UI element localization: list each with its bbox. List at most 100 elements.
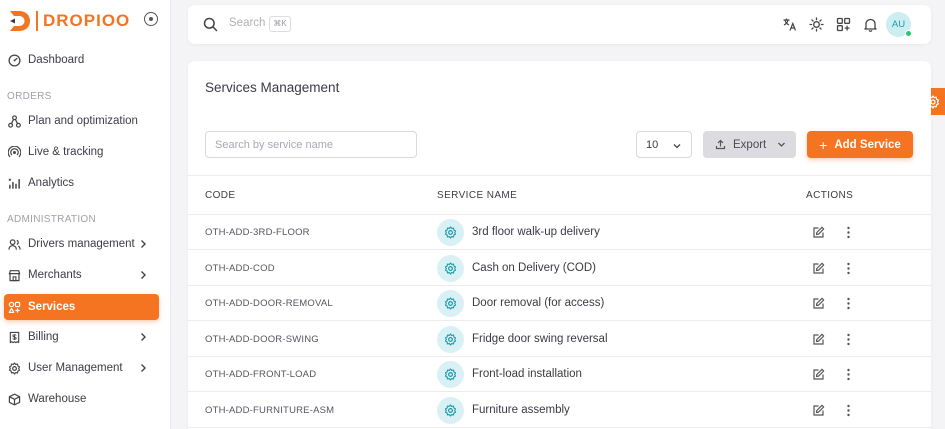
- service-name: 3rd floor walk-up delivery: [472, 226, 600, 238]
- gear-icon: [444, 261, 457, 275]
- edit-icon[interactable]: [812, 262, 825, 275]
- billing-icon: [9, 331, 20, 343]
- brand-logo[interactable]: DROPIOO: [8, 8, 130, 34]
- edit-icon[interactable]: [812, 404, 825, 417]
- gear-icon: [8, 361, 21, 375]
- edit-icon[interactable]: [812, 333, 825, 346]
- table-row[interactable]: OTH-ADD-COD Cash on Delivery (COD): [188, 251, 931, 286]
- sidebar-item-warehouse[interactable]: Warehouse: [4, 386, 159, 412]
- service-avatar: [437, 290, 464, 317]
- page-size-select[interactable]: 10: [636, 131, 692, 158]
- online-status-indicator: [905, 30, 912, 37]
- chevron-down-icon: [673, 144, 681, 149]
- more-vertical-icon[interactable]: [842, 404, 855, 417]
- page-title: Services Management: [205, 80, 340, 95]
- service-code: OTH-ADD-COD: [205, 262, 275, 274]
- users-icon: [8, 238, 21, 250]
- sidebar-section-orders: ORDERS: [7, 91, 52, 102]
- plus-icon: +: [819, 136, 828, 153]
- sidebar-item-user-management[interactable]: User Management: [4, 355, 159, 381]
- chevron-right-icon: [141, 240, 146, 248]
- table-row[interactable]: OTH-ADD-FRONT-LOAD Front-load installatio…: [188, 357, 931, 392]
- service-avatar: [437, 219, 464, 246]
- gear-icon: [444, 226, 457, 239]
- more-vertical-icon[interactable]: [842, 297, 855, 310]
- more-vertical-icon[interactable]: [842, 333, 855, 346]
- more-vertical-icon[interactable]: [842, 226, 855, 239]
- dashboard-icon: [8, 53, 21, 67]
- sidebar-item-label: Billing: [28, 331, 59, 343]
- sidebar-section-administration: ADMINISTRATION: [7, 214, 97, 225]
- global-search-input[interactable]: Search: [229, 17, 265, 29]
- service-avatar: [437, 396, 464, 424]
- service-code: OTH-ADD-3RD-FLOOR: [205, 227, 310, 238]
- gear-icon: [444, 297, 457, 310]
- sidebar-item-label: Merchants: [28, 269, 82, 281]
- sidebar-item-label: Services: [28, 301, 76, 313]
- table-header: CODE SERVICE NAME ACTIONS: [188, 175, 931, 215]
- service-search-input[interactable]: Search by service name: [205, 131, 417, 158]
- add-service-button[interactable]: + Add Service: [807, 131, 913, 158]
- more-vertical-icon[interactable]: [842, 368, 855, 381]
- page-size-value: 10: [646, 139, 659, 151]
- more-vertical-icon[interactable]: [842, 262, 855, 275]
- top-bar: Search ⌘K AU: [188, 5, 931, 44]
- edit-icon[interactable]: [812, 297, 825, 310]
- search-icon[interactable]: [203, 17, 218, 32]
- gear-icon: [444, 368, 457, 381]
- column-header-code[interactable]: CODE: [205, 190, 236, 201]
- box-icon: [8, 393, 21, 405]
- dropioo-logo-icon: [10, 11, 30, 31]
- sidebar-item-drivers-management[interactable]: Drivers management: [4, 231, 159, 257]
- column-header-service-name[interactable]: SERVICE NAME: [437, 190, 517, 201]
- gear-icon: [444, 332, 457, 346]
- brand-divider: [36, 11, 38, 31]
- table-row[interactable]: OTH-ADD-FURNITURE-ASM Furniture assembly: [188, 393, 931, 428]
- analytics-icon: [8, 178, 20, 189]
- service-avatar: [437, 361, 464, 388]
- chevron-right-icon: [141, 271, 146, 279]
- user-avatar[interactable]: AU: [886, 12, 912, 37]
- service-avatar: [437, 254, 464, 282]
- services-icon: [8, 301, 21, 313]
- sidebar-item-plan-optimization[interactable]: Plan and optimization: [4, 108, 159, 134]
- sidebar-item-services[interactable]: Services: [4, 294, 159, 320]
- sidebar-item-billing[interactable]: Billing: [4, 324, 159, 350]
- service-code: OTH-ADD-FURNITURE-ASM: [205, 404, 335, 416]
- tracking-icon: [8, 145, 21, 157]
- service-code: OTH-ADD-FRONT-LOAD: [205, 369, 317, 380]
- service-code: OTH-ADD-DOOR-REMOVAL: [205, 298, 333, 309]
- sidebar-item-live-tracking[interactable]: Live & tracking: [4, 139, 159, 165]
- sidebar-item-label: Plan and optimization: [28, 115, 138, 127]
- sidebar-item-label: Analytics: [28, 177, 75, 189]
- table-row[interactable]: OTH-ADD-DOOR-SWING Fridge door swing reve…: [188, 322, 931, 357]
- add-service-label: Add Service: [834, 138, 901, 151]
- sidebar-item-dashboard[interactable]: Dashboard: [4, 47, 159, 73]
- translate-icon[interactable]: [782, 17, 797, 32]
- table-row[interactable]: OTH-ADD-3RD-FLOOR 3rd floor walk-up deliv…: [188, 215, 931, 250]
- edit-icon[interactable]: [812, 368, 825, 381]
- service-avatar: [437, 325, 464, 353]
- service-name: Furniture assembly: [472, 403, 570, 416]
- sidebar-item-merchants[interactable]: Merchants: [4, 262, 159, 288]
- export-button[interactable]: Export: [703, 131, 796, 158]
- brand-name: DROPIOO: [43, 11, 131, 30]
- shortcuts-grid-icon[interactable]: [836, 17, 851, 32]
- edit-icon[interactable]: [812, 226, 825, 239]
- services-card: Services Management Search by service na…: [188, 61, 931, 429]
- sidebar-item-label: User Management: [28, 362, 123, 374]
- theme-sun-icon[interactable]: [809, 17, 824, 32]
- service-name: Door removal (for access): [472, 297, 605, 309]
- sidebar-collapse-toggle[interactable]: [144, 12, 158, 26]
- service-code: OTH-ADD-DOOR-SWING: [205, 333, 319, 345]
- table-row[interactable]: OTH-ADD-DOOR-REMOVAL Door removal (for ac…: [188, 286, 931, 321]
- chevron-right-icon: [141, 364, 146, 372]
- sidebar-item-analytics[interactable]: Analytics: [4, 170, 159, 196]
- service-name: Fridge door swing reversal: [472, 332, 608, 345]
- chevron-right-icon: [141, 333, 146, 341]
- search-shortcut-badge: ⌘K: [269, 16, 291, 32]
- notification-bell-icon[interactable]: [863, 17, 878, 32]
- sidebar-item-label: Live & tracking: [28, 146, 104, 158]
- export-label: Export: [733, 138, 767, 151]
- sidebar-item-label: Warehouse: [28, 393, 87, 405]
